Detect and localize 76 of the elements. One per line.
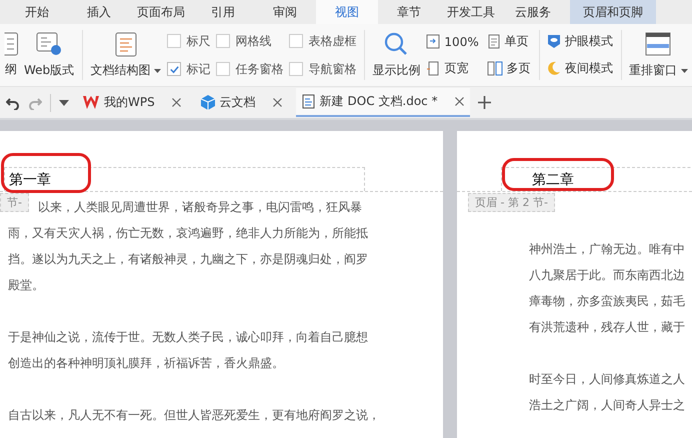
body-text-line: 挡。遂以为九天之上，有诸般神灵，九幽之下，亦是阴魂归处，阎罗 [8, 251, 368, 268]
header-section-label: 节- [0, 193, 29, 212]
menu-tab[interactable]: 云服务 [502, 0, 564, 24]
night-mode-button[interactable]: 夜间模式 [546, 60, 613, 77]
menu-tab[interactable]: 页面布局 [130, 0, 192, 24]
chapter-heading: 第二章 [532, 170, 574, 188]
checkbox-option[interactable]: 标记 [167, 60, 210, 78]
outline-icon [4, 32, 18, 56]
zoom-button[interactable]: 显示比例 [372, 31, 420, 79]
body-text-line: 于是神仙之说，流传于世。无数人类子民，诚心叩拜，向着自己臆想 [8, 329, 368, 346]
checkbox[interactable] [216, 34, 230, 48]
checkbox-option[interactable]: 标尺 [167, 32, 210, 50]
document-tab[interactable]: 云文档 [194, 88, 288, 117]
page-width-button[interactable]: 页宽 [426, 60, 479, 77]
menu-tab[interactable]: 引用 [192, 0, 254, 24]
pages-icon [486, 61, 503, 76]
caret-icon [154, 68, 162, 72]
body-text-line: 神州浩土，广翰无边。唯有中 [529, 241, 685, 258]
body-text-line: 雨，又有天灾人祸，伤亡无数，哀鸿遍野，绝非人力所能为，所能抵 [8, 225, 368, 242]
checkbox[interactable] [289, 62, 304, 76]
checkbox[interactable] [167, 34, 182, 48]
menu-tab[interactable]: 开发工具 [440, 0, 502, 24]
body-text-line: 有洪荒遗种，残存人世，藏于 [529, 319, 685, 336]
search-icon [383, 31, 410, 57]
caret-icon [680, 68, 688, 72]
single-page-button[interactable]: 单页 [486, 33, 531, 50]
document-icon [302, 94, 315, 109]
close-icon[interactable] [172, 98, 181, 107]
undo-icon[interactable] [6, 96, 20, 110]
menu-tab[interactable]: 开始 [6, 0, 68, 24]
menu-tab[interactable]: 视图 [316, 0, 378, 24]
body-text-line: 自古以来，凡人无不有一死。但世人皆恶死爱生，更有地府阎罗之说， [8, 407, 380, 424]
chapter-heading: 第一章 [9, 170, 51, 188]
close-icon[interactable] [272, 98, 282, 107]
web-page-icon [35, 31, 64, 57]
checkbox[interactable] [289, 34, 304, 48]
add-tab-icon[interactable] [478, 96, 491, 109]
window-icon [644, 31, 672, 57]
body-text-line: 浩土之广阔，人间奇人异士之 [529, 397, 685, 414]
document-tab[interactable]: 新建 DOC 文档.doc * [296, 88, 470, 117]
checkbox[interactable] [167, 62, 182, 76]
page-icon [426, 61, 440, 76]
page-icon [486, 34, 501, 49]
menu-tab[interactable]: 审阅 [254, 0, 316, 24]
checkbox-option[interactable]: 表格虚框 [289, 32, 356, 50]
header-section-label: 页眉 - 第 2 节- [468, 193, 555, 212]
outline-button[interactable]: 纲 [4, 32, 18, 78]
checkbox-option[interactable]: 网格线 [216, 32, 284, 50]
menu-tab[interactable]: 页眉和页脚 [570, 0, 656, 24]
document-icon [112, 31, 139, 57]
cube-icon [200, 95, 215, 110]
checkbox[interactable] [216, 62, 230, 76]
multi-page-button[interactable]: 多页 [486, 60, 531, 77]
body-text-line: 八九聚居于此。而东南西北边 [529, 267, 685, 284]
zoom-100-button[interactable]: 100% [426, 33, 479, 50]
checkbox-option[interactable]: 导航窗格 [289, 60, 356, 78]
body-text-line: 时至今日，人间修真炼道之人 [529, 371, 685, 388]
moon-icon [546, 61, 561, 76]
body-text-line: 殿堂。 [8, 277, 44, 294]
w-logo-icon [83, 96, 99, 109]
menu-tab[interactable]: 章节 [378, 0, 440, 24]
eye-mode-button[interactable]: 护眼模式 [546, 33, 613, 50]
body-text-line: 以来，人类眼见周遭世界，诸般奇异之事，电闪雷鸣，狂风暴 [38, 199, 362, 216]
body-text-line: 创造出的各种神明顶礼膜拜，祈福诉苦，香火鼎盛。 [8, 355, 284, 372]
dropdown-icon[interactable] [59, 100, 69, 106]
menu-tab[interactable]: 插入 [68, 0, 130, 24]
close-icon[interactable] [454, 97, 464, 106]
rearrange-window-button[interactable]: 重排窗口 [628, 31, 688, 79]
checkbox-option[interactable]: 任务窗格 [216, 60, 284, 78]
redo-icon[interactable] [28, 96, 42, 110]
body-text-line: 瘴毒物，亦多蛮族夷民，茹毛 [529, 293, 685, 310]
document-map-button[interactable]: 文档结构图 [90, 31, 162, 79]
web-layout-button[interactable]: Web版式 [24, 31, 74, 79]
document-tab[interactable]: 我的WPS [77, 88, 187, 117]
page-icon [426, 34, 440, 49]
eye-icon [546, 34, 561, 49]
